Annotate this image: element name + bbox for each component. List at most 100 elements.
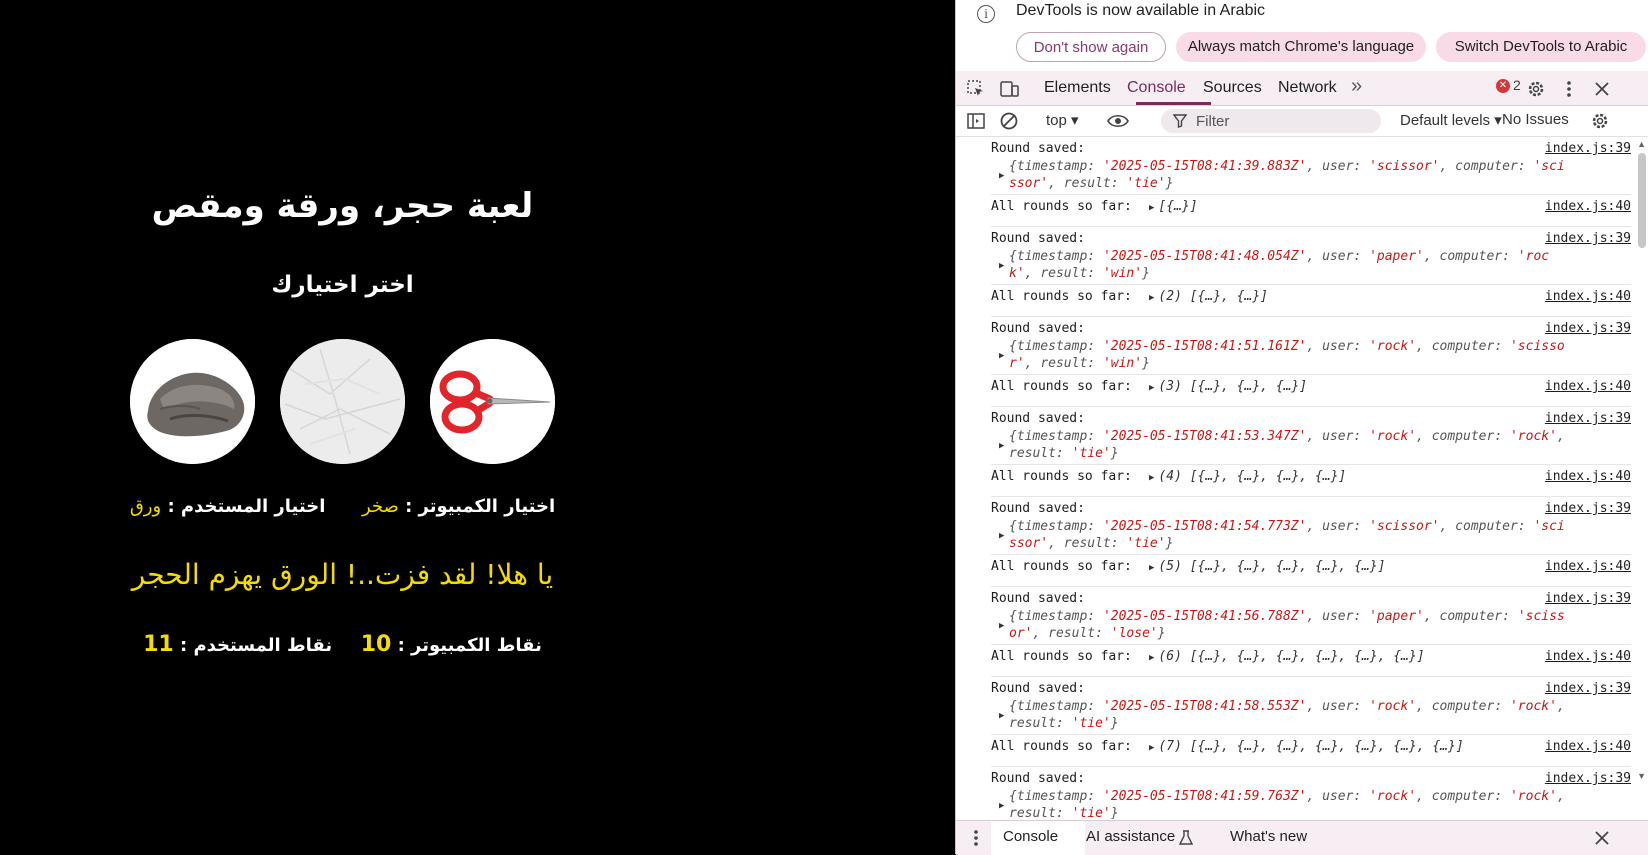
expand-triangle-icon[interactable]: ▶ [1149, 293, 1154, 303]
log-punctuation: } [1142, 356, 1150, 371]
log-punctuation: : [1353, 519, 1370, 534]
log-key: user [1322, 249, 1354, 264]
log-object-preview[interactable]: {timestamp: '2025-05-15T08:41:54.773Z', … [1009, 518, 1569, 552]
log-source-link[interactable]: index.js:39 [1545, 411, 1631, 426]
drawer-tab-ai-assistance[interactable]: AI assistance [1086, 828, 1175, 845]
log-array-value: [{…}] [1158, 199, 1198, 214]
log-object-preview[interactable]: {timestamp: '2025-05-15T08:41:58.553Z', … [1009, 698, 1569, 732]
log-object-preview[interactable]: {timestamp: '2025-05-15T08:41:56.788Z', … [1009, 608, 1569, 642]
paper-choice-button[interactable] [280, 339, 405, 464]
clear-console-icon[interactable] [999, 111, 1019, 131]
console-log-round-saved: Round saved: index.js:39 ▶ {timestamp: '202… [991, 677, 1631, 735]
switch-to-arabic-button[interactable]: Switch DevTools to Arabic [1436, 32, 1646, 62]
error-count-badge[interactable]: ✕ 2 [1496, 77, 1521, 94]
log-array-preview[interactable]: ▶ [{…}] [1149, 199, 1198, 214]
expand-triangle-icon[interactable]: ▶ [999, 261, 1004, 271]
log-object-preview[interactable]: {timestamp: '2025-05-15T08:41:39.883Z', … [1009, 158, 1569, 192]
filter-input[interactable]: Filter [1161, 109, 1381, 133]
dont-show-again-button[interactable]: Don't show again [1016, 32, 1166, 62]
expand-triangle-icon[interactable]: ▶ [999, 801, 1004, 811]
log-source-link[interactable]: index.js:39 [1545, 141, 1631, 156]
tab-sources[interactable]: Sources [1203, 79, 1262, 97]
expand-triangle-icon[interactable]: ▶ [999, 531, 1004, 541]
tab-elements[interactable]: Elements [1044, 79, 1111, 97]
log-object-preview[interactable]: {timestamp: '2025-05-15T08:41:48.054Z', … [1009, 248, 1569, 282]
log-value-result: 'win' [1102, 266, 1143, 281]
console-settings-icon[interactable] [1590, 111, 1610, 131]
expand-triangle-icon[interactable]: ▶ [1149, 473, 1154, 483]
drawer-tab-whats-new[interactable]: What's new [1230, 828, 1307, 845]
log-key: computer [1431, 789, 1495, 804]
console-scrollbar-thumb[interactable] [1638, 153, 1646, 248]
expand-triangle-icon[interactable]: ▶ [999, 621, 1004, 631]
log-punctuation: } [1165, 176, 1174, 191]
log-source-link[interactable]: index.js:39 [1545, 591, 1631, 606]
drawer-menu-icon[interactable] [966, 828, 986, 848]
console-log-round-saved: Round saved: index.js:39 ▶ {timestamp: '202… [991, 407, 1631, 465]
log-punctuation: } [1142, 266, 1150, 281]
expand-triangle-icon[interactable]: ▶ [1149, 653, 1154, 663]
expand-triangle-icon[interactable]: ▶ [1149, 383, 1154, 393]
log-punctuation: : [1095, 626, 1111, 641]
console-log-round-saved: Round saved: index.js:39 ▶ {timestamp: '202… [991, 137, 1631, 195]
tab-console[interactable]: Console [1127, 79, 1186, 97]
expand-triangle-icon[interactable]: ▶ [1149, 203, 1154, 213]
log-source-link[interactable]: index.js:40 [1545, 649, 1631, 664]
log-source-link[interactable]: index.js:39 [1545, 321, 1631, 336]
always-match-language-button[interactable]: Always match Chrome's language [1176, 32, 1426, 62]
log-source-link[interactable]: index.js:39 [1545, 681, 1631, 696]
inspect-element-icon[interactable] [966, 79, 986, 99]
more-tabs-button[interactable]: » [1351, 75, 1362, 98]
console-log-round-saved: Round saved: index.js:39 ▶ {timestamp: '202… [991, 497, 1631, 555]
log-punctuation: , [1306, 789, 1323, 804]
log-message: All rounds so far: [991, 469, 1132, 484]
scissor-choice-button[interactable] [430, 339, 555, 464]
kebab-menu-icon[interactable] [1559, 79, 1579, 99]
live-expression-eye-icon[interactable] [1106, 111, 1130, 131]
console-log-all-rounds: All rounds so far: index.js:40 ▶ (3) [{…}, … [991, 375, 1631, 407]
log-levels-dropdown[interactable]: Default levels ▾ [1400, 111, 1502, 129]
rock-choice-button[interactable] [130, 339, 255, 464]
expand-triangle-icon[interactable]: ▶ [999, 711, 1004, 721]
log-source-link[interactable]: index.js:40 [1545, 469, 1631, 484]
log-array-preview[interactable]: ▶ (3) [{…}, {…}, {…}] [1149, 379, 1307, 394]
log-message: Round saved: [991, 681, 1085, 696]
log-key: timestamp [1016, 609, 1088, 624]
log-object-preview[interactable]: {timestamp: '2025-05-15T08:41:51.161Z', … [1009, 338, 1569, 372]
log-object-preview[interactable]: {timestamp: '2025-05-15T08:41:59.763Z', … [1009, 788, 1569, 819]
log-source-link[interactable]: index.js:40 [1545, 289, 1631, 304]
log-array-preview[interactable]: ▶ (4) [{…}, {…}, {…}, {…}] [1149, 469, 1346, 484]
expand-triangle-icon[interactable]: ▶ [1149, 743, 1154, 753]
issues-counter[interactable]: No Issues [1502, 111, 1569, 128]
sidebar-toggle-icon[interactable] [966, 111, 986, 131]
log-source-link[interactable]: index.js:40 [1545, 379, 1631, 394]
log-source-link[interactable]: index.js:40 [1545, 199, 1631, 214]
log-punctuation: , [1306, 339, 1323, 354]
log-source-link[interactable]: index.js:39 [1545, 231, 1631, 246]
log-array-preview[interactable]: ▶ (6) [{…}, {…}, {…}, {…}, {…}, {…}] [1149, 649, 1425, 664]
log-source-link[interactable]: index.js:40 [1545, 559, 1631, 574]
log-array-preview[interactable]: ▶ (5) [{…}, {…}, {…}, {…}, {…}] [1149, 559, 1385, 574]
log-source-link[interactable]: index.js:39 [1545, 771, 1631, 786]
device-toolbar-icon[interactable] [999, 79, 1019, 99]
expand-triangle-icon[interactable]: ▶ [999, 351, 1004, 361]
context-selector[interactable]: top ▾ [1046, 111, 1079, 129]
log-source-link[interactable]: index.js:39 [1545, 501, 1631, 516]
log-array-preview[interactable]: ▶ (7) [{…}, {…}, {…}, {…}, {…}, {…}, {…}] [1149, 739, 1464, 754]
log-source-link[interactable]: index.js:40 [1545, 739, 1631, 754]
expand-triangle-icon[interactable]: ▶ [999, 441, 1004, 451]
console-log-round-saved: Round saved: index.js:39 ▶ {timestamp: '202… [991, 767, 1631, 819]
expand-triangle-icon[interactable]: ▶ [999, 171, 1004, 181]
close-devtools-icon[interactable] [1592, 79, 1612, 99]
drawer-tab-console[interactable]: Console [1003, 828, 1058, 845]
console-log-round-saved: Round saved: index.js:39 ▶ {timestamp: '202… [991, 587, 1631, 645]
tab-network[interactable]: Network [1278, 79, 1337, 97]
log-value-ts: '2025-05-15T08:41:39.883Z' [1102, 159, 1307, 174]
log-punctuation: : [1087, 789, 1103, 804]
log-array-preview[interactable]: ▶ (2) [{…}, {…}] [1149, 289, 1268, 304]
expand-triangle-icon[interactable]: ▶ [1149, 563, 1154, 573]
log-object-preview[interactable]: {timestamp: '2025-05-15T08:41:53.347Z', … [1009, 428, 1569, 462]
close-drawer-icon[interactable] [1592, 828, 1612, 848]
log-punctuation: { [1009, 429, 1017, 444]
settings-gear-icon[interactable] [1526, 79, 1546, 99]
